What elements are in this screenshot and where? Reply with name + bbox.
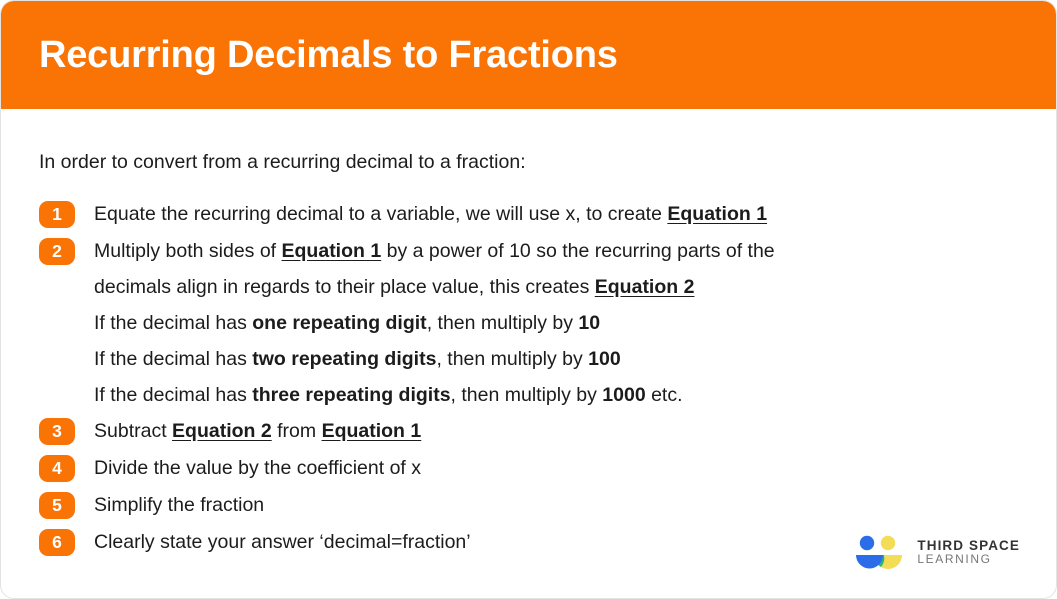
plain-text: Equate the recurring decimal to a variab… xyxy=(94,203,668,226)
plain-text: If the decimal has xyxy=(94,384,253,407)
step-text-line: If the decimal has three repeating digit… xyxy=(94,377,1018,413)
step-number-badge: 2 xyxy=(39,238,75,266)
step-text-line: Simplify the fraction xyxy=(94,487,1018,524)
step-text-line: If the decimal has two repeating digits,… xyxy=(94,341,1018,377)
step-item: 2 Multiply both sides of Equation 1 by a … xyxy=(39,233,1018,413)
plain-text: , then multiply by xyxy=(436,348,589,371)
emphasis-text: 100 xyxy=(588,348,621,371)
emphasis-text: three repeating digits xyxy=(252,384,451,407)
step-text-line: If the decimal has one repeating digit, … xyxy=(94,305,1018,341)
equation-reference: Equation 1 xyxy=(667,203,768,226)
emphasis-text: one repeating digit xyxy=(252,312,427,335)
step-number-badge: 1 xyxy=(39,201,75,229)
plain-text: Subtract xyxy=(94,420,173,443)
plain-text: Divide the value by the coefficient of x xyxy=(94,457,421,480)
equation-reference: Equation 1 xyxy=(321,420,422,443)
plain-text: Simplify the fraction xyxy=(94,494,265,517)
plain-text: If the decimal has xyxy=(94,348,253,371)
emphasis-text: two repeating digits xyxy=(252,348,437,371)
emphasis-text: 1000 xyxy=(602,384,646,407)
slide-header: Recurring Decimals to Fractions xyxy=(1,1,1056,109)
plain-text: by a power of 10 so the recurring parts … xyxy=(381,240,775,263)
step-text: Divide the value by the coefficient of x xyxy=(94,450,1018,487)
logo-line-2: LEARNING xyxy=(917,551,992,566)
equation-reference: Equation 2 xyxy=(594,276,695,299)
equation-reference: Equation 2 xyxy=(172,420,272,443)
step-text: Multiply both sides of Equation 1 by a p… xyxy=(94,233,1018,413)
plain-text: from xyxy=(271,420,322,443)
plain-text: If the decimal has xyxy=(94,312,253,335)
equation-reference: Equation 1 xyxy=(281,240,382,263)
page-title: Recurring Decimals to Fractions xyxy=(39,34,618,76)
brand-logo: THIRD SPACE LEARNING xyxy=(852,534,1020,570)
step-text: Equate the recurring decimal to a variab… xyxy=(94,196,1018,233)
step-item: 4 Divide the value by the coefficient of … xyxy=(39,450,1018,487)
logo-mark-icon xyxy=(852,534,906,570)
step-text-line: Subtract Equation 2 from Equation 1 xyxy=(94,413,1018,450)
logo-wordmark: THIRD SPACE LEARNING xyxy=(917,538,1020,567)
plain-text: decimals align in regards to their place… xyxy=(94,276,595,299)
step-text-line: Equate the recurring decimal to a variab… xyxy=(94,196,1018,233)
step-text-line: decimals align in regards to their place… xyxy=(94,269,1018,305)
slide-body: In order to convert from a recurring dec… xyxy=(1,109,1056,598)
step-text-line: Divide the value by the coefficient of x xyxy=(94,450,1018,487)
plain-text: Multiply both sides of xyxy=(94,240,282,263)
steps-list: 1 Equate the recurring decimal to a varia… xyxy=(39,196,1018,561)
plain-text: Clearly state your answer ‘decimal=fract… xyxy=(94,531,471,554)
step-text-line: Multiply both sides of Equation 1 by a p… xyxy=(94,233,1018,269)
slide-container: Recurring Decimals to Fractions In order… xyxy=(0,0,1057,599)
plain-text: , then multiply by xyxy=(426,312,579,335)
step-number-badge: 5 xyxy=(39,492,75,520)
step-number-badge: 3 xyxy=(39,418,75,446)
step-item: 1 Equate the recurring decimal to a varia… xyxy=(39,196,1018,233)
step-number-badge: 4 xyxy=(39,455,75,483)
emphasis-text: 10 xyxy=(578,312,601,335)
plain-text: etc. xyxy=(645,384,683,407)
step-text: Simplify the fraction xyxy=(94,487,1018,524)
step-item: 5 Simplify the fraction xyxy=(39,487,1018,524)
intro-text: In order to convert from a recurring dec… xyxy=(39,151,526,173)
plain-text: , then multiply by xyxy=(450,384,603,407)
step-text: Subtract Equation 2 from Equation 1 xyxy=(94,413,1018,450)
step-item: 3 Subtract Equation 2 from Equation 1 xyxy=(39,413,1018,450)
logo-line-1: THIRD SPACE xyxy=(917,537,1020,553)
step-number-badge: 6 xyxy=(39,529,75,557)
